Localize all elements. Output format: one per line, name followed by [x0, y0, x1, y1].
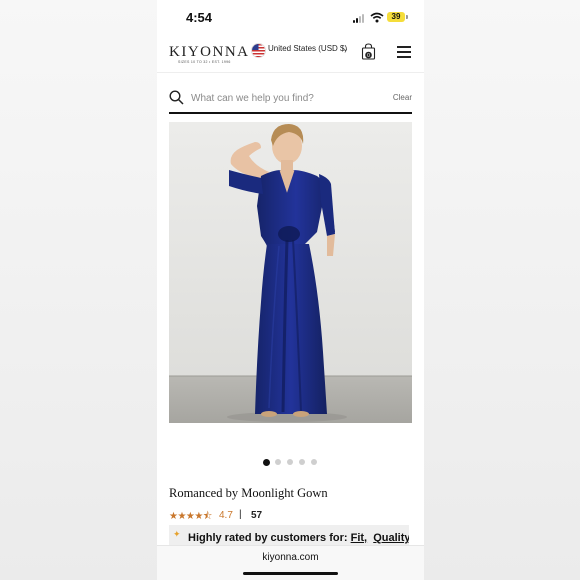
home-indicator[interactable]: [243, 572, 338, 575]
background-right: [424, 0, 580, 580]
search-bar: Clear: [169, 86, 412, 114]
banner-text: Highly rated by customers for: Fit, Qual…: [188, 532, 409, 544]
battery-tip: [406, 15, 408, 19]
shopping-bag-icon[interactable]: 0: [361, 43, 376, 60]
product-title: Romanced by Moonlight Gown: [169, 486, 328, 500]
banner-link-quality[interactable]: Quality: [373, 532, 409, 544]
search-input[interactable]: [191, 89, 371, 107]
gown-photo: [169, 122, 412, 423]
status-time: 4:54: [186, 10, 213, 25]
carousel-dot[interactable]: [311, 459, 317, 465]
carousel-dot[interactable]: [299, 459, 305, 465]
rating-value: 4.7: [219, 510, 233, 521]
logo-tagline: SIZES 10 TO 32 • EST. 1996: [178, 60, 231, 64]
clear-button[interactable]: Clear: [393, 93, 412, 102]
wifi-icon: [370, 12, 384, 23]
hamburger-menu-icon[interactable]: [397, 46, 411, 58]
us-flag-icon[interactable]: [251, 43, 266, 58]
banner-link-fit[interactable]: Fit,: [351, 532, 368, 544]
carousel-dot[interactable]: [263, 458, 270, 466]
review-count[interactable]: 57: [251, 510, 262, 521]
banner-prefix: Highly rated by customers for:: [188, 532, 348, 544]
battery-icon: 39: [387, 12, 405, 22]
rating-stars-icon: ★★★★⯪: [169, 511, 212, 522]
cellular-signal-icon: [353, 14, 366, 23]
site-header: KIYONNA SIZES 10 TO 32 • EST. 1996 Unite…: [157, 36, 424, 73]
cart-count: 0: [367, 53, 370, 59]
brand-logo[interactable]: KIYONNA: [169, 44, 250, 61]
background-left: [0, 0, 157, 580]
rating-separator: |: [239, 509, 242, 520]
phone-screen: 4:54 39 KIYONNA SIZES 10 TO 32 • EST. 19…: [157, 0, 424, 580]
product-rating[interactable]: ★★★★⯪ 4.7 | 57: [169, 509, 369, 523]
product-image[interactable]: [169, 122, 412, 423]
browser-url[interactable]: kiyonna.com: [157, 552, 424, 563]
status-bar: 4:54 39: [157, 0, 424, 34]
carousel-dot[interactable]: [275, 459, 281, 465]
chevron-down-icon[interactable]: ⌄: [342, 44, 349, 53]
browser-address-bar[interactable]: kiyonna.com: [157, 545, 424, 580]
search-icon[interactable]: [169, 90, 184, 105]
country-currency-selector[interactable]: United States (USD $): [268, 44, 347, 53]
sparkle-icon: ✦: [173, 529, 181, 539]
carousel-dot[interactable]: [287, 459, 293, 465]
